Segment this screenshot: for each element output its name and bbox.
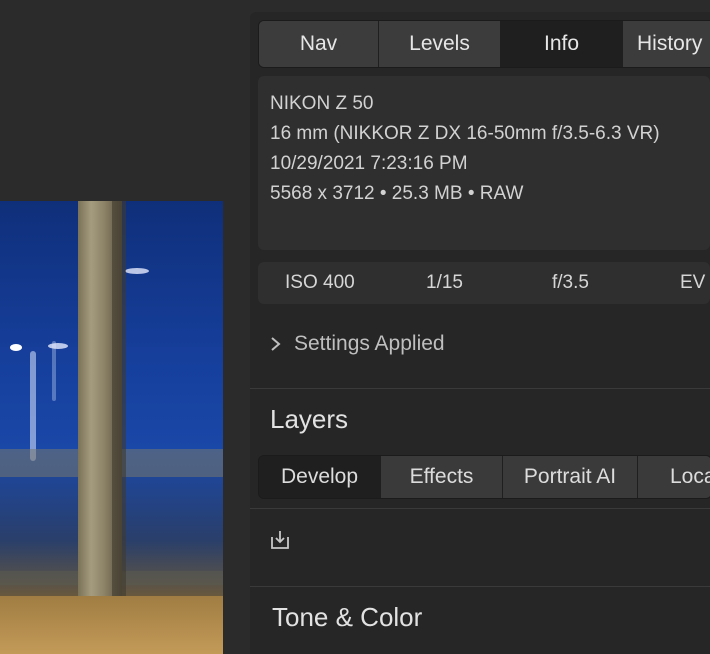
layers-title: Layers — [270, 404, 349, 434]
tab-effects[interactable]: Effects — [381, 456, 503, 498]
shutter-value: 1/15 — [426, 272, 463, 293]
settings-applied-label: Settings Applied — [294, 332, 445, 355]
aperture-value: f/3.5 — [552, 272, 589, 293]
camera-model: NIKON Z 50 — [270, 93, 374, 114]
tab-local[interactable]: Local — [638, 456, 710, 498]
tone-color-title: Tone & Color — [272, 602, 423, 632]
divider — [250, 388, 710, 389]
chevron-right-icon — [271, 337, 281, 351]
layer-tabs: Develop Effects Portrait AI Local — [258, 455, 710, 499]
image-dimensions: 5568 x 3712 • 25.3 MB • RAW — [270, 183, 524, 204]
iso-value: ISO 400 — [285, 272, 355, 293]
divider — [250, 586, 710, 587]
info-box: NIKON Z 50 16 mm (NIKKOR Z DX 16-50mm f/… — [258, 76, 710, 250]
right-panel: Nav Levels Info History NIKON Z 50 16 mm… — [250, 12, 710, 654]
capture-datetime: 10/29/2021 7:23:16 PM — [270, 153, 468, 174]
ev-value: EV — [680, 272, 706, 293]
panel-tabs: Nav Levels Info History — [258, 20, 710, 68]
tab-info[interactable]: Info — [501, 21, 623, 67]
photo-preview — [0, 201, 223, 654]
divider — [250, 508, 710, 509]
tab-develop[interactable]: Develop — [259, 456, 381, 498]
lens-info: 16 mm (NIKKOR Z DX 16-50mm f/3.5-6.3 VR) — [270, 123, 660, 144]
tab-levels[interactable]: Levels — [379, 21, 501, 67]
exif-row: ISO 400 1/15 f/3.5 EV — [258, 262, 710, 304]
tab-nav[interactable]: Nav — [259, 21, 379, 67]
tab-portrait-ai[interactable]: Portrait AI — [503, 456, 638, 498]
image-canvas[interactable] — [0, 0, 250, 654]
import-icon[interactable] — [268, 528, 292, 552]
tab-history[interactable]: History — [623, 21, 710, 67]
settings-applied-toggle[interactable]: Settings Applied — [270, 332, 445, 356]
